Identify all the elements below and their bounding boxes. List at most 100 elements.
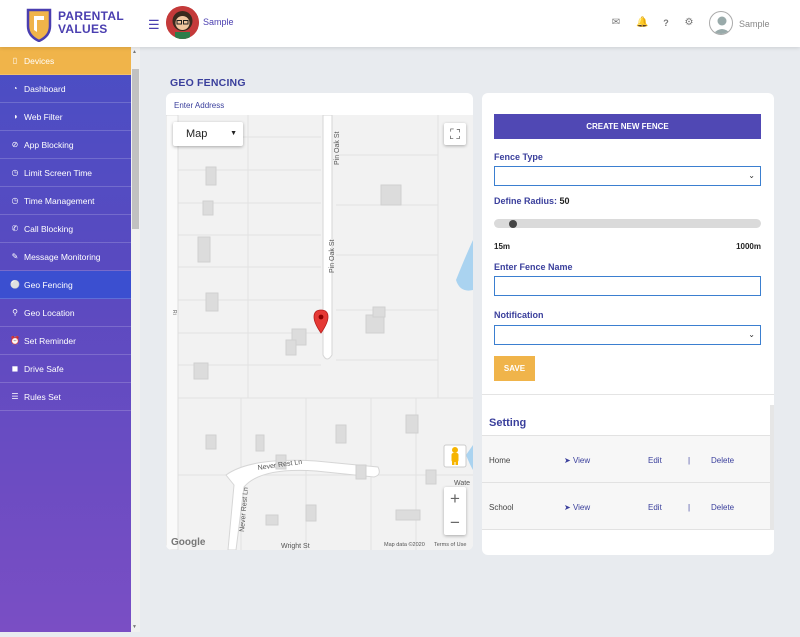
sidebar-item-geo-location[interactable]: ⚲ Geo Location xyxy=(0,299,131,327)
brand-name: PARENTAL VALUES xyxy=(58,10,124,36)
bell-icon[interactable]: 🔔 xyxy=(636,17,648,29)
radius-min-label: 15m xyxy=(494,242,511,251)
sidebar-item-time-management[interactable]: ◷ Time Management xyxy=(0,187,131,215)
divider xyxy=(482,394,774,395)
map-type-label: Map xyxy=(186,128,208,140)
sidebar-item-label: Drive Safe xyxy=(24,363,64,374)
sidebar-item-call-blocking[interactable]: ✆ Call Blocking xyxy=(0,215,131,243)
sidebar-scrollbar[interactable]: ▲ ▼ xyxy=(131,47,140,632)
radius-max-label: 1000m xyxy=(736,242,761,251)
fence-type-select[interactable]: ⌄ xyxy=(494,166,761,186)
separator: | xyxy=(688,503,691,512)
clock-icon: ◷ xyxy=(11,196,19,205)
sidebar-item-web-filter[interactable]: ◑ Web Filter xyxy=(0,103,131,131)
zoom-in-icon[interactable]: + xyxy=(444,487,466,511)
phone-icon: ✆ xyxy=(11,224,19,233)
sidebar: ▯ Devices ◔ Dashboard ◑ Web Filter ⊘ App Blo… xyxy=(0,47,131,632)
fence-name-input[interactable] xyxy=(494,276,761,296)
settings-scrollbar[interactable] xyxy=(770,405,774,530)
fence-name-cell: Home xyxy=(489,456,511,465)
create-fence-button[interactable]: CREATE NEW FENCE xyxy=(494,114,761,139)
sidebar-item-label: Devices xyxy=(24,55,55,66)
zoom-control: + − xyxy=(444,487,466,535)
sidebar-item-label: Dashboard xyxy=(24,83,66,94)
location-arrow-icon: ➤ xyxy=(564,456,571,465)
setting-title: Setting xyxy=(489,417,527,429)
map-tiles: Pin Oak St Pin Oak St Never Rest Ln Neve… xyxy=(166,115,473,550)
fence-type-label: Fence Type xyxy=(494,152,543,162)
caret-down-icon: ▼ xyxy=(230,130,237,137)
brand-logo[interactable]: PARENTAL VALUES xyxy=(26,8,136,44)
sidebar-item-label: Geo Location xyxy=(24,307,75,318)
sidebar-item-app-blocking[interactable]: ⊘ App Blocking xyxy=(0,131,131,159)
delete-link[interactable]: Delete xyxy=(711,456,734,465)
hamburger-icon[interactable]: ☰ xyxy=(148,17,160,33)
sidebar-item-label: Web Filter xyxy=(24,111,63,122)
scrollbar-thumb[interactable] xyxy=(132,69,139,229)
fence-form-card: CREATE NEW FENCE Fence Type ⌄ Define Rad… xyxy=(482,93,774,555)
avatar[interactable] xyxy=(166,6,199,39)
brand-line2: VALUES xyxy=(58,22,108,36)
edit-link[interactable]: Edit xyxy=(648,503,662,512)
sidebar-item-set-reminder[interactable]: ⏰ Set Reminder xyxy=(0,327,131,355)
message-icon: ✎ xyxy=(11,252,19,261)
sidebar-item-drive-safe[interactable]: ◼ Drive Safe xyxy=(0,355,131,383)
address-label[interactable]: Enter Address xyxy=(174,101,224,110)
fullscreen-icon[interactable]: ⛶ xyxy=(444,123,466,145)
help-icon[interactable]: ? xyxy=(660,17,672,29)
street-label: Pin Oak St xyxy=(329,239,336,273)
block-icon: ⊘ xyxy=(11,140,19,149)
globe-icon: ◑ xyxy=(12,112,18,121)
save-button[interactable]: SAVE xyxy=(494,356,535,381)
table-row: Home ➤ View Edit | Delete xyxy=(482,436,770,483)
edit-link[interactable]: Edit xyxy=(648,456,662,465)
map-type-select[interactable]: Map ▼ xyxy=(173,122,243,146)
list-icon: ☰ xyxy=(11,392,19,401)
zoom-out-icon[interactable]: − xyxy=(444,511,466,535)
terms-link[interactable]: Terms of Use xyxy=(434,542,466,548)
street-label: Ri xyxy=(171,310,177,315)
pegman-icon[interactable] xyxy=(443,444,467,468)
settings-table: Home ➤ View Edit | Delete School ➤ View … xyxy=(482,435,770,530)
water-label: Wate xyxy=(454,480,470,487)
scroll-down-icon[interactable]: ▼ xyxy=(132,624,137,630)
top-header: PARENTAL VALUES ☰ Sample ✉ 🔔 ? ⚙ Sample xyxy=(0,0,800,47)
chevron-down-icon: ⌄ xyxy=(748,171,755,180)
dashboard-icon: ◔ xyxy=(12,84,18,93)
chevron-down-icon: ⌄ xyxy=(748,330,755,339)
gear-icon[interactable]: ⚙ xyxy=(683,17,695,29)
table-row: School ➤ View Edit | Delete xyxy=(482,483,770,530)
view-link[interactable]: ➤ View xyxy=(564,456,590,465)
sidebar-item-dashboard[interactable]: ◔ Dashboard xyxy=(0,75,131,103)
sidebar-item-label: Rules Set xyxy=(24,391,61,402)
view-link[interactable]: ➤ View xyxy=(564,503,590,512)
radius-slider-thumb[interactable] xyxy=(508,220,517,228)
sidebar-item-limit-screen-time[interactable]: ◷ Limit Screen Time xyxy=(0,159,131,187)
sidebar-item-label: Set Reminder xyxy=(24,335,76,346)
sidebar-item-devices[interactable]: ▯ Devices xyxy=(0,47,131,75)
header-user-name[interactable]: Sample xyxy=(203,17,234,27)
account-avatar[interactable] xyxy=(709,11,733,35)
mail-icon[interactable]: ✉ xyxy=(610,17,622,29)
radius-label: Define Radius: xyxy=(494,196,558,206)
shield-logo-icon xyxy=(26,8,52,42)
sidebar-item-message-monitoring[interactable]: ✎ Message Monitoring xyxy=(0,243,131,271)
sidebar-item-rules-set[interactable]: ☰ Rules Set xyxy=(0,383,131,411)
map-card: Enter Address Pin Oak St Pin Oak St Neve… xyxy=(166,93,473,550)
sidebar-item-label: Time Management xyxy=(24,195,95,206)
circle-icon: ⚪ xyxy=(10,280,20,289)
sidebar-item-label: Call Blocking xyxy=(24,223,74,234)
map-view[interactable]: Pin Oak St Pin Oak St Never Rest Ln Neve… xyxy=(166,115,473,550)
google-logo[interactable]: Google xyxy=(171,537,205,548)
scroll-up-icon[interactable]: ▲ xyxy=(132,49,137,55)
clock-icon: ◷ xyxy=(11,168,19,177)
delete-link[interactable]: Delete xyxy=(711,503,734,512)
sidebar-item-geo-fencing[interactable]: ⚪ Geo Fencing xyxy=(0,271,131,299)
radius-slider-track[interactable] xyxy=(494,219,761,228)
fence-name-cell: School xyxy=(489,503,514,512)
street-label: Pin Oak St xyxy=(334,131,341,165)
tablet-icon: ▯ xyxy=(12,56,18,65)
radius-value: 50 xyxy=(559,196,570,206)
account-name[interactable]: Sample xyxy=(739,19,770,29)
notification-select[interactable]: ⌄ xyxy=(494,325,761,345)
